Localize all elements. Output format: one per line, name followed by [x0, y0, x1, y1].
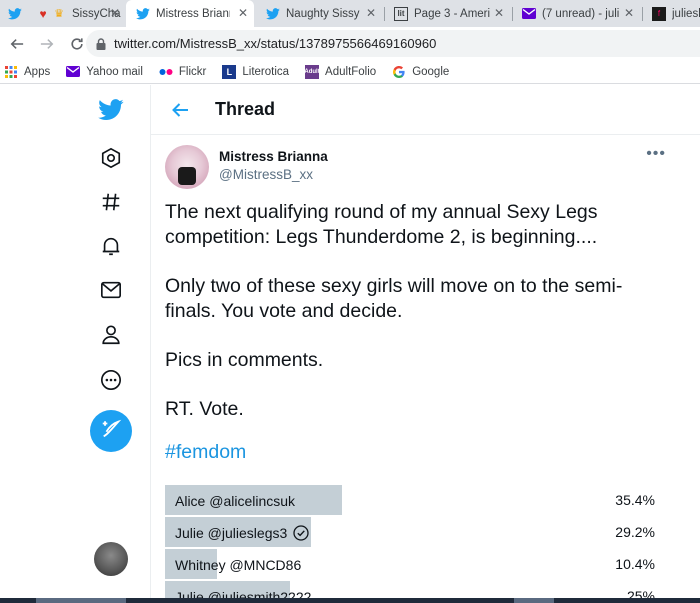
poll: Alice @alicelincsuk 35.4% Julie @juliesl…: [165, 485, 669, 603]
author-name[interactable]: Mistress Brianna: [219, 148, 328, 166]
author-handle[interactable]: @MistressB_xx: [219, 166, 328, 184]
tweet-paragraph: The next qualifying round of my annual S…: [165, 201, 598, 248]
hashtag-link[interactable]: #femdom: [165, 440, 665, 465]
mail-icon[interactable]: [96, 275, 126, 305]
bookmark-literotica[interactable]: L Literotica: [222, 64, 289, 79]
tweet-paragraph: RT. Vote.: [165, 398, 244, 420]
tab-naughty-sissy[interactable]: Naughty Sissy ✕: [256, 0, 382, 27]
twitter-bird-icon: [136, 7, 150, 21]
avatar[interactable]: [165, 145, 209, 189]
tab-julieslegs[interactable]: f julieslе: [644, 0, 700, 27]
close-tab-icon[interactable]: ✕: [494, 6, 504, 20]
poll-option: Whitney @MNCD86 10.4%: [165, 549, 669, 581]
tweet-paragraph: Pics in comments.: [165, 349, 324, 371]
avatar[interactable]: [94, 542, 128, 576]
close-tab-icon[interactable]: ✕: [110, 6, 120, 20]
close-tab-icon[interactable]: ✕: [366, 6, 376, 20]
browser-tab-strip: ♥ ♛ SissyCha ✕ Mistress Brianna ✕ Naught…: [0, 0, 700, 27]
poll-percent: 29.2%: [615, 524, 655, 540]
url-text: twitter.com/MistressB_xx/status/13789755…: [114, 36, 437, 51]
poll-percent: 35.4%: [615, 492, 655, 508]
twitter-bird-icon: [8, 7, 22, 21]
tab-separator: [384, 7, 385, 21]
heart-icon: ♥: [39, 6, 47, 21]
taskbar-item[interactable]: [514, 598, 554, 603]
bookmark-flickr[interactable]: Flickr: [159, 65, 206, 79]
twitter-sidebar: [70, 85, 150, 603]
close-tab-icon[interactable]: ✕: [238, 6, 248, 20]
poll-option: Julie @julieslegs3 29.2%: [165, 517, 669, 549]
thread-column: Thread Mistress Brianna @MistressB_xx ••…: [150, 85, 700, 603]
poll-percent: 10.4%: [615, 556, 655, 572]
twitter-bird-icon[interactable]: [96, 95, 126, 125]
taskbar: [0, 598, 700, 603]
tweet-author: Mistress Brianna @MistressB_xx: [165, 145, 328, 189]
bell-icon[interactable]: [96, 231, 126, 261]
tab-mistress-brianna[interactable]: Mistress Brianna ✕: [126, 0, 254, 27]
thread-header: Thread: [151, 85, 700, 135]
bookmark-google[interactable]: Google: [392, 65, 449, 79]
lock-icon: [96, 37, 106, 50]
forward-arrow-icon[interactable]: [32, 29, 62, 59]
tab-separator: [642, 7, 643, 21]
compose-tweet-button[interactable]: [90, 410, 132, 452]
back-arrow-icon[interactable]: [2, 29, 32, 59]
bookmarks-bar: Apps Yahoo mail Flickr L Literotica Adul…: [0, 60, 700, 84]
tab-yahoo-mail[interactable]: (7 unread) - juli ✕: [514, 0, 640, 27]
compose-tweet-icon: [100, 418, 122, 445]
apps-grid-icon: [4, 65, 18, 79]
profile-icon[interactable]: [96, 320, 126, 350]
bookmark-adultfolio[interactable]: Adult AdultFolio: [304, 64, 376, 79]
tab-twitter-pinned[interactable]: [0, 0, 28, 27]
hashtag-icon[interactable]: [96, 187, 126, 217]
back-arrow-icon[interactable]: [163, 93, 197, 127]
bookmark-apps[interactable]: Apps: [4, 65, 50, 79]
flickr-icon: [159, 65, 173, 79]
tweet-body: The next qualifying round of my annual S…: [165, 200, 665, 465]
voted-check-icon: [293, 525, 309, 541]
tab-separator: [512, 7, 513, 21]
poll-option: Alice @alicelincsuk 35.4%: [165, 485, 669, 517]
taskbar-item[interactable]: [36, 598, 126, 603]
more-circle-icon[interactable]: [96, 365, 126, 395]
close-tab-icon[interactable]: ✕: [624, 6, 634, 20]
bookmark-yahoo-mail[interactable]: Yahoo mail: [66, 65, 143, 79]
browser-toolbar: twitter.com/MistressB_xx/status/13789755…: [0, 27, 700, 60]
tab-literotica-page3[interactable]: lit Page 3 - Ameri ✕: [386, 0, 510, 27]
dark-square-icon: f: [652, 6, 666, 21]
tweet-paragraph: Only two of these sexy girls will move o…: [165, 275, 623, 322]
address-bar[interactable]: twitter.com/MistressB_xx/status/13789755…: [86, 30, 700, 57]
home-icon[interactable]: [96, 143, 126, 173]
crown-icon: ♛: [54, 8, 64, 20]
adultfolio-icon: Adult: [304, 64, 320, 79]
yahoo-mail-icon: [522, 7, 536, 21]
tab-sissychat[interactable]: ♥ ♛ SissyCha ✕: [28, 0, 126, 27]
more-options-icon[interactable]: •••: [646, 145, 666, 163]
literotica-icon: L: [222, 64, 237, 79]
yahoo-mail-icon: [66, 65, 81, 79]
twitter-bird-icon: [266, 7, 280, 21]
google-icon: [392, 65, 406, 79]
literotica-icon: lit: [394, 6, 408, 21]
page-title: Thread: [215, 99, 276, 119]
